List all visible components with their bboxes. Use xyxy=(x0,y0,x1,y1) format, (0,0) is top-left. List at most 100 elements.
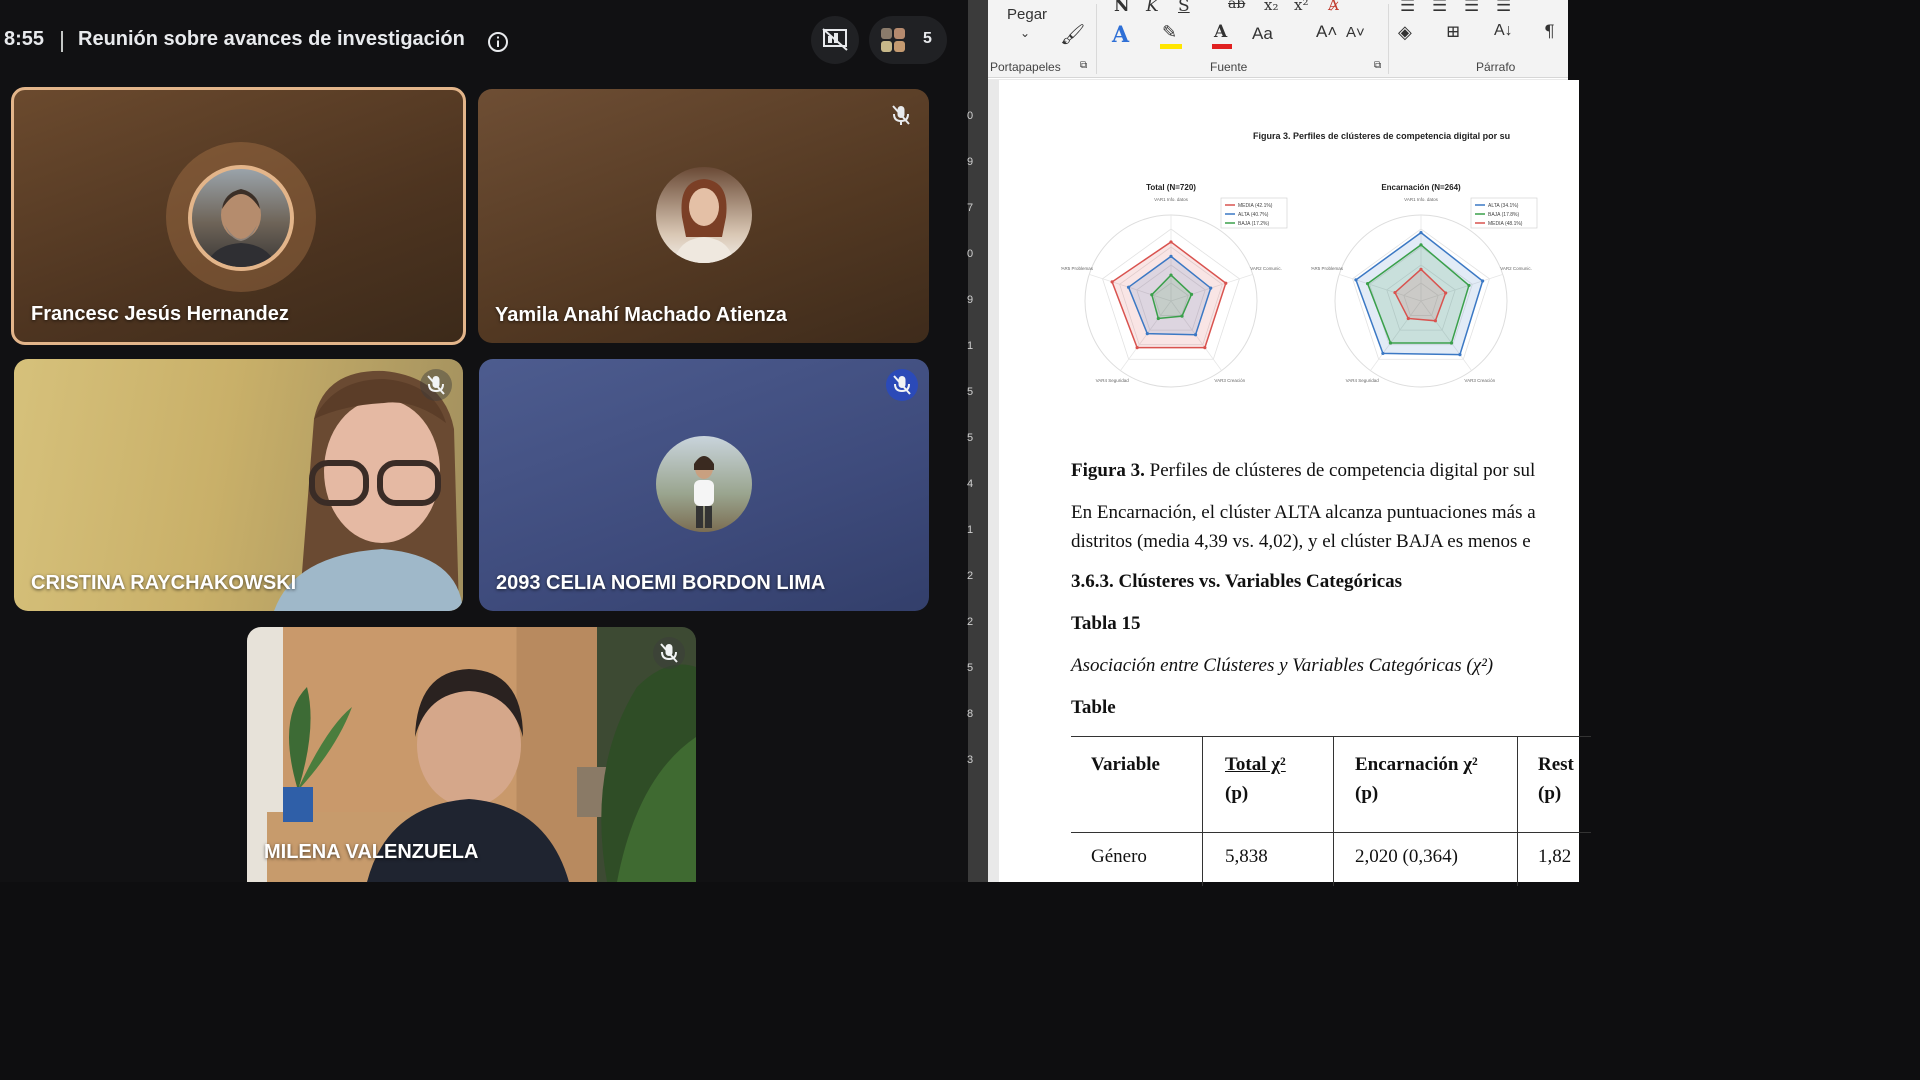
participant-tile-yamila[interactable]: Yamila Anahí Machado Atienza xyxy=(478,89,929,343)
align-right-icon[interactable]: ☰ xyxy=(1464,0,1479,16)
series-point xyxy=(1481,279,1485,283)
series-point xyxy=(1449,341,1454,345)
series-point xyxy=(1458,352,1462,357)
table-rule xyxy=(1071,832,1591,833)
participant-tile-francesc[interactable]: Francesc Jesús Hernandez xyxy=(11,87,466,345)
chevron-down-icon[interactable]: ⌄ xyxy=(1020,26,1030,40)
word-window: Pegar ⌄ 🖌 Portapapeles ⧉ N K S ab x₂ x² … xyxy=(988,0,1591,886)
underline-button[interactable]: S xyxy=(1178,0,1190,16)
ruler-number: 9 xyxy=(967,156,974,168)
borders-icon[interactable]: ⊞ xyxy=(1446,22,1460,42)
table-cell: 5,838 xyxy=(1225,846,1268,867)
participant-tile-cristina[interactable]: CRISTINA RAYCHAKOWSKI xyxy=(14,359,463,611)
series-point xyxy=(1381,351,1385,356)
participant-name: MILENA VALENZUELA xyxy=(264,841,479,863)
person-silhouette-icon xyxy=(674,179,734,263)
grow-font-icon[interactable]: A˄ xyxy=(1316,22,1337,42)
text-effects-icon[interactable]: A xyxy=(1112,22,1129,48)
participants-button[interactable]: 5 xyxy=(869,16,947,64)
ruler-number: 0 xyxy=(967,110,974,122)
font-group-label: Fuente xyxy=(1210,60,1248,74)
series-point xyxy=(1193,333,1198,337)
ruler-number: 3 xyxy=(967,754,974,766)
legend-label: BAJA (17.8%) xyxy=(1488,212,1519,218)
mic-off-icon xyxy=(653,637,685,669)
ruler-number: 4 xyxy=(967,478,974,490)
bold-button[interactable]: N xyxy=(1114,0,1130,16)
subscript-button[interactable]: x₂ xyxy=(1264,0,1278,14)
ruler-number: 1 xyxy=(967,340,974,352)
shrink-font-icon[interactable]: A˅ xyxy=(1346,24,1365,41)
participant-tile-celia[interactable]: 2093 CELIA NOEMI BORDON LIMA xyxy=(479,359,929,611)
table-title: Asociación entre Clústeres y Variables C… xyxy=(1071,655,1494,676)
series-point xyxy=(1444,291,1448,295)
sort-icon[interactable]: A↓ xyxy=(1494,22,1513,40)
paragraph-line-2: distritos (media 4,39 vs. 4,02), y el cl… xyxy=(1071,531,1531,552)
highlight-icon[interactable]: ✎ xyxy=(1162,22,1177,43)
table-header-total: Total χ² (p) xyxy=(1225,754,1286,804)
series-point xyxy=(1224,281,1228,285)
mic-off-icon xyxy=(886,369,918,401)
person-silhouette-icon xyxy=(694,456,714,528)
series-point xyxy=(1126,285,1131,289)
justify-icon[interactable]: ☰ xyxy=(1496,0,1511,16)
clear-format-icon[interactable]: A̷ xyxy=(1328,0,1339,14)
dialog-launcher-icon[interactable]: ⧉ xyxy=(1374,60,1381,71)
strikethrough-button[interactable]: ab xyxy=(1228,0,1245,12)
caption-text: Perfiles de clústeres de competencia dig… xyxy=(1149,460,1536,481)
figure-title: Figura 3. Perfiles de clústeres de compe… xyxy=(1253,131,1511,141)
meeting-title: Reunión sobre avances de investigación xyxy=(78,28,465,50)
chart-legend: ALTA (34.1%) BAJA (17.8%) MEDIA (48.1%) xyxy=(1470,197,1538,229)
participant-tile-milena[interactable]: MILENA VALENZUELA xyxy=(247,627,696,882)
axis-label: VAR3 Creación xyxy=(1214,378,1245,383)
series-point xyxy=(1180,314,1184,318)
highlight-color-swatch xyxy=(1160,44,1182,49)
ruler-number: 5 xyxy=(967,432,974,444)
series-point xyxy=(1189,292,1194,296)
table-header-rest: Rest (p) xyxy=(1538,754,1574,804)
series-point xyxy=(1419,267,1423,271)
superscript-button[interactable]: x² xyxy=(1294,0,1308,14)
change-case-button[interactable]: Aa xyxy=(1252,24,1273,44)
info-icon[interactable] xyxy=(487,31,509,53)
series-point xyxy=(1169,254,1173,258)
show-marks-icon[interactable]: ¶ xyxy=(1544,22,1555,42)
avatar xyxy=(656,436,752,532)
avatar xyxy=(188,165,294,271)
presentation-off-icon xyxy=(822,28,848,51)
meeting-clock: 8:55 xyxy=(4,28,45,50)
ribbon-separator xyxy=(1388,4,1389,74)
participant-count: 5 xyxy=(923,30,932,47)
series-point xyxy=(1135,345,1139,350)
caption-label: Figura 3. xyxy=(1071,460,1145,481)
series-point xyxy=(1433,319,1437,323)
axis-label: VAR5 Problemas xyxy=(1061,266,1094,271)
axis-label: VAR1 Info. datos xyxy=(1404,197,1438,202)
series-point xyxy=(1419,243,1423,247)
legend-label: MEDIA (48.1%) xyxy=(1488,221,1523,227)
series-point xyxy=(1209,286,1213,290)
align-left-icon[interactable]: ☰ xyxy=(1400,0,1415,16)
format-painter-icon[interactable]: 🖌 xyxy=(1060,22,1085,46)
presentation-off-button[interactable] xyxy=(811,16,859,64)
ruler-number: 7 xyxy=(967,202,974,214)
shading-icon[interactable]: ◈ xyxy=(1398,22,1412,43)
participant-thumbnails-icon xyxy=(881,28,905,52)
clipboard-group-label: Portapapeles xyxy=(990,60,1061,74)
mic-off-icon xyxy=(420,369,452,401)
document-page[interactable]: Figura 3. Perfiles de clústeres de compe… xyxy=(999,80,1591,886)
dialog-launcher-icon[interactable]: ⧉ xyxy=(1080,60,1087,71)
italic-button[interactable]: K xyxy=(1146,0,1159,16)
align-center-icon[interactable]: ☰ xyxy=(1432,0,1447,16)
series-point xyxy=(1388,341,1393,345)
table-header-encarnacion: Encarnación χ² (p) xyxy=(1355,754,1478,804)
font-color-icon[interactable]: A xyxy=(1214,22,1227,42)
paste-button[interactable]: Pegar xyxy=(1007,6,1047,23)
table-rule xyxy=(1333,736,1334,886)
axis-label: VAR2 Comunic. xyxy=(1500,266,1532,271)
ruler-number: 2 xyxy=(967,570,974,582)
participant-name: 2093 CELIA NOEMI BORDON LIMA xyxy=(496,572,826,594)
person-silhouette-icon xyxy=(206,189,276,267)
series-point xyxy=(1145,332,1149,336)
series-point xyxy=(1406,316,1410,321)
